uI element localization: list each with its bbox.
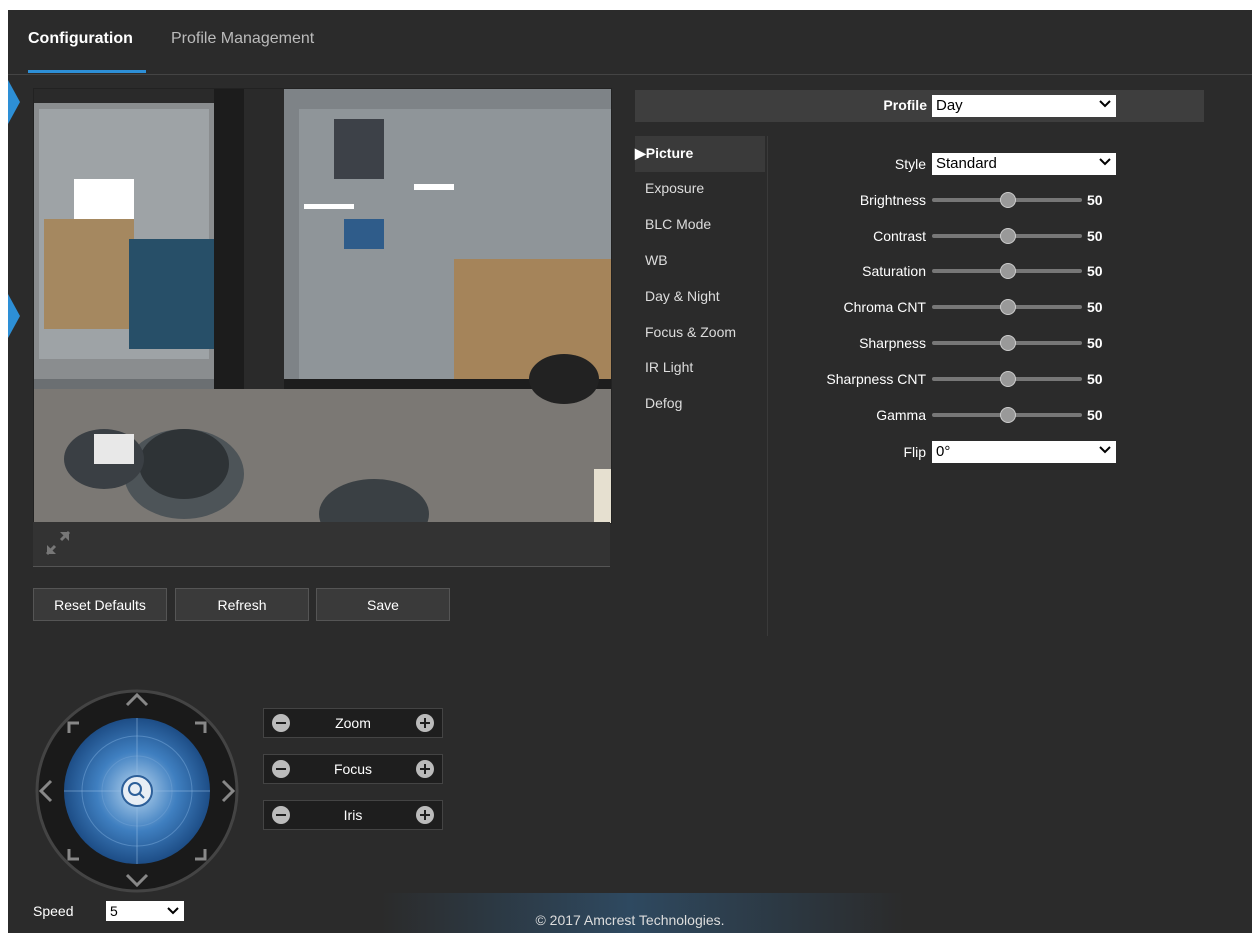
- app-window: Configuration Profile Management Reset D…: [8, 10, 1252, 933]
- menu-item-wb[interactable]: WB: [645, 252, 668, 268]
- slider-value: 50: [1087, 228, 1103, 244]
- refresh-button[interactable]: Refresh: [175, 588, 309, 621]
- top-tab-bar: Configuration Profile Management: [8, 10, 1252, 75]
- slider-label: Gamma: [876, 407, 926, 423]
- profile-bar: Profile Day: [635, 90, 1204, 122]
- style-select-value: Standard: [936, 155, 997, 172]
- menu-item-ir-light[interactable]: IR Light: [645, 359, 693, 375]
- menu-item-focus-zoom[interactable]: Focus & Zoom: [645, 324, 736, 340]
- style-label: Style: [894, 156, 926, 172]
- zoom-control: Zoom: [263, 708, 443, 738]
- slider-label: Chroma CNT: [843, 299, 926, 315]
- sharpness-cnt-slider-handle[interactable]: [1000, 371, 1016, 387]
- focus-control: Focus: [263, 754, 443, 784]
- tab-profile-management[interactable]: Profile Management: [171, 30, 314, 48]
- slider-value: 50: [1087, 407, 1103, 423]
- menu-item-label: Picture: [645, 145, 694, 161]
- contrast-slider-handle[interactable]: [1000, 228, 1016, 244]
- slider-label: Sharpness CNT: [826, 371, 926, 387]
- chevron-down-icon: [1099, 100, 1111, 108]
- focus-plus-icon[interactable]: [416, 760, 434, 778]
- chevron-down-icon: [1099, 446, 1111, 454]
- iris-plus-icon[interactable]: [416, 806, 434, 824]
- menu-item-day-night[interactable]: Day & Night: [645, 288, 720, 304]
- settings-menu: ▶Picture Exposure BLC Mode WB Day & Nigh…: [635, 136, 768, 636]
- slider-label: Brightness: [859, 192, 926, 208]
- chevron-down-icon: [1099, 158, 1111, 166]
- menu-item-exposure[interactable]: Exposure: [645, 180, 704, 196]
- live-video-preview[interactable]: [33, 88, 612, 524]
- focus-minus-icon[interactable]: [272, 760, 290, 778]
- focus-label: Focus: [333, 761, 373, 777]
- ptz-joystick[interactable]: [33, 687, 241, 895]
- style-select[interactable]: Standard: [932, 153, 1116, 175]
- flip-select-value: 0°: [936, 443, 951, 460]
- zoom-label: Zoom: [335, 715, 371, 731]
- slider-value: 50: [1087, 192, 1103, 208]
- chroma-cnt-slider-handle[interactable]: [1000, 299, 1016, 315]
- sharpness-slider-handle[interactable]: [1000, 335, 1016, 351]
- speed-select[interactable]: 5: [106, 901, 184, 921]
- left-panel-toggle-icon[interactable]: [8, 294, 20, 338]
- gamma-slider-handle[interactable]: [1000, 407, 1016, 423]
- footer: © 2017 Amcrest Technologies.: [8, 893, 1252, 933]
- slider-label: Saturation: [862, 263, 926, 279]
- slider-value: 50: [1087, 299, 1103, 315]
- reset-defaults-button[interactable]: Reset Defaults: [33, 588, 167, 621]
- slider-label: Contrast: [873, 228, 926, 244]
- speed-select-value: 5: [110, 903, 118, 919]
- speed-label: Speed: [33, 903, 74, 919]
- profile-select-value: Day: [936, 97, 963, 114]
- zoom-out-icon[interactable]: [272, 714, 290, 732]
- menu-item-blc-mode[interactable]: BLC Mode: [645, 216, 711, 232]
- iris-label: Iris: [343, 807, 363, 823]
- slider-value: 50: [1087, 263, 1103, 279]
- slider-value: 50: [1087, 335, 1103, 351]
- copyright-text: © 2017 Amcrest Technologies.: [535, 912, 725, 928]
- iris-control: Iris: [263, 800, 443, 830]
- left-panel-toggle-icon[interactable]: [8, 80, 20, 124]
- flip-select[interactable]: 0°: [932, 441, 1116, 463]
- tab-configuration[interactable]: Configuration: [28, 30, 133, 48]
- menu-item-defog[interactable]: Defog: [645, 395, 682, 411]
- save-button[interactable]: Save: [316, 588, 450, 621]
- video-frame-image: [34, 89, 611, 523]
- menu-item-picture[interactable]: ▶Picture: [635, 145, 693, 162]
- zoom-in-icon[interactable]: [416, 714, 434, 732]
- brightness-slider-handle[interactable]: [1000, 192, 1016, 208]
- slider-value: 50: [1087, 371, 1103, 387]
- fullscreen-expand-icon[interactable]: [43, 528, 73, 558]
- slider-label: Sharpness: [859, 335, 926, 351]
- saturation-slider-handle[interactable]: [1000, 263, 1016, 279]
- video-toolbar: [33, 522, 610, 567]
- chevron-down-icon: [167, 907, 179, 915]
- flip-label: Flip: [903, 444, 926, 460]
- profile-label: Profile: [883, 97, 927, 113]
- profile-select[interactable]: Day: [932, 95, 1116, 117]
- active-tab-indicator: [28, 70, 146, 73]
- iris-minus-icon[interactable]: [272, 806, 290, 824]
